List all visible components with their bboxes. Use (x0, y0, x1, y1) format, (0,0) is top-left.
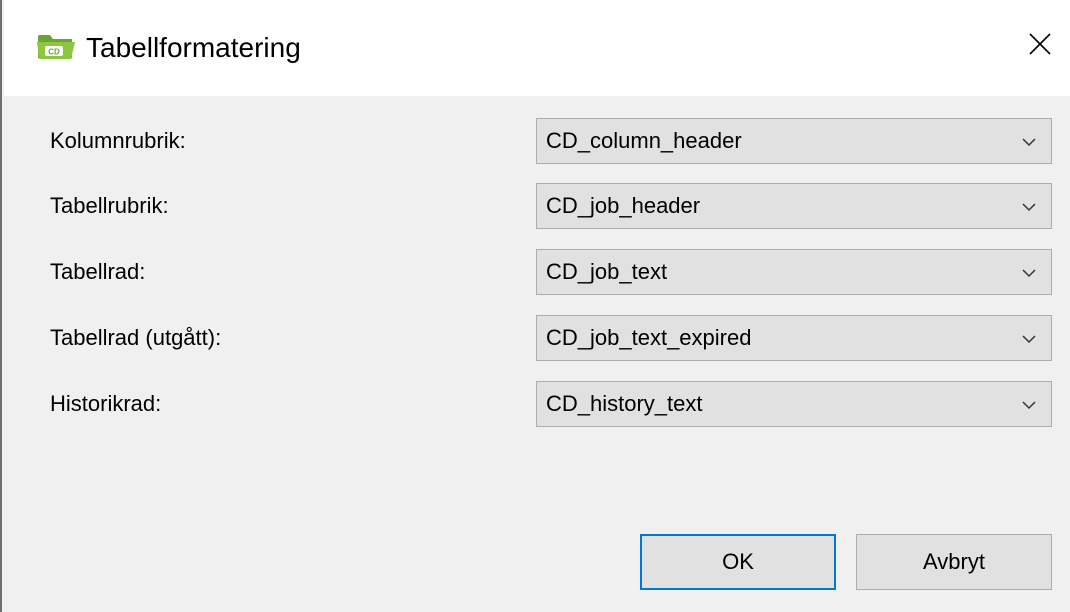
chevron-down-icon (1021, 332, 1037, 344)
row-history: Historikrad: CD_history_text (2, 381, 1070, 427)
column-header-label: Kolumnrubrik: (50, 128, 186, 153)
dialog-title: Tabellformatering (86, 32, 301, 63)
chevron-down-icon (1021, 135, 1037, 147)
row-table-header: Tabellrubrik: CD_job_header (2, 183, 1070, 229)
column-header-value: CD_column_header (546, 128, 742, 153)
row-table-row: Tabellrad: CD_job_text (2, 249, 1070, 295)
table-row-select[interactable]: CD_job_text (536, 249, 1052, 295)
table-header-label: Tabellrubrik: (50, 193, 169, 218)
table-header-value: CD_job_header (546, 193, 701, 218)
table-row-expired-label: Tabellrad (utgått): (50, 325, 222, 350)
table-row-expired-value: CD_job_text_expired (546, 325, 752, 350)
close-button[interactable] (1020, 26, 1060, 66)
close-icon (1028, 32, 1052, 61)
history-row-value: CD_history_text (546, 391, 703, 416)
table-row-expired-select[interactable]: CD_job_text_expired (536, 315, 1052, 361)
chevron-down-icon (1021, 266, 1037, 278)
row-column-header: Kolumnrubrik: CD_column_header (2, 118, 1070, 164)
table-row-label: Tabellrad: (50, 259, 146, 284)
table-formatting-dialog: CD Tabellformatering Kolumnrubrik: CD_co… (0, 0, 1070, 612)
row-table-row-expired: Tabellrad (utgått): CD_job_text_expired (2, 315, 1070, 361)
ok-button[interactable]: OK (640, 534, 836, 590)
column-header-select[interactable]: CD_column_header (536, 118, 1052, 164)
history-row-label: Historikrad: (50, 391, 162, 416)
cancel-button[interactable]: Avbryt (856, 534, 1052, 590)
table-row-value: CD_job_text (546, 259, 668, 284)
svg-text:CD: CD (48, 48, 60, 57)
history-row-select[interactable]: CD_history_text (536, 381, 1052, 427)
title-bar: CD Tabellformatering (4, 0, 1070, 96)
chevron-down-icon (1021, 398, 1037, 410)
folder-cd-icon: CD (36, 30, 76, 62)
chevron-down-icon (1021, 200, 1037, 212)
table-header-select[interactable]: CD_job_header (536, 183, 1052, 229)
